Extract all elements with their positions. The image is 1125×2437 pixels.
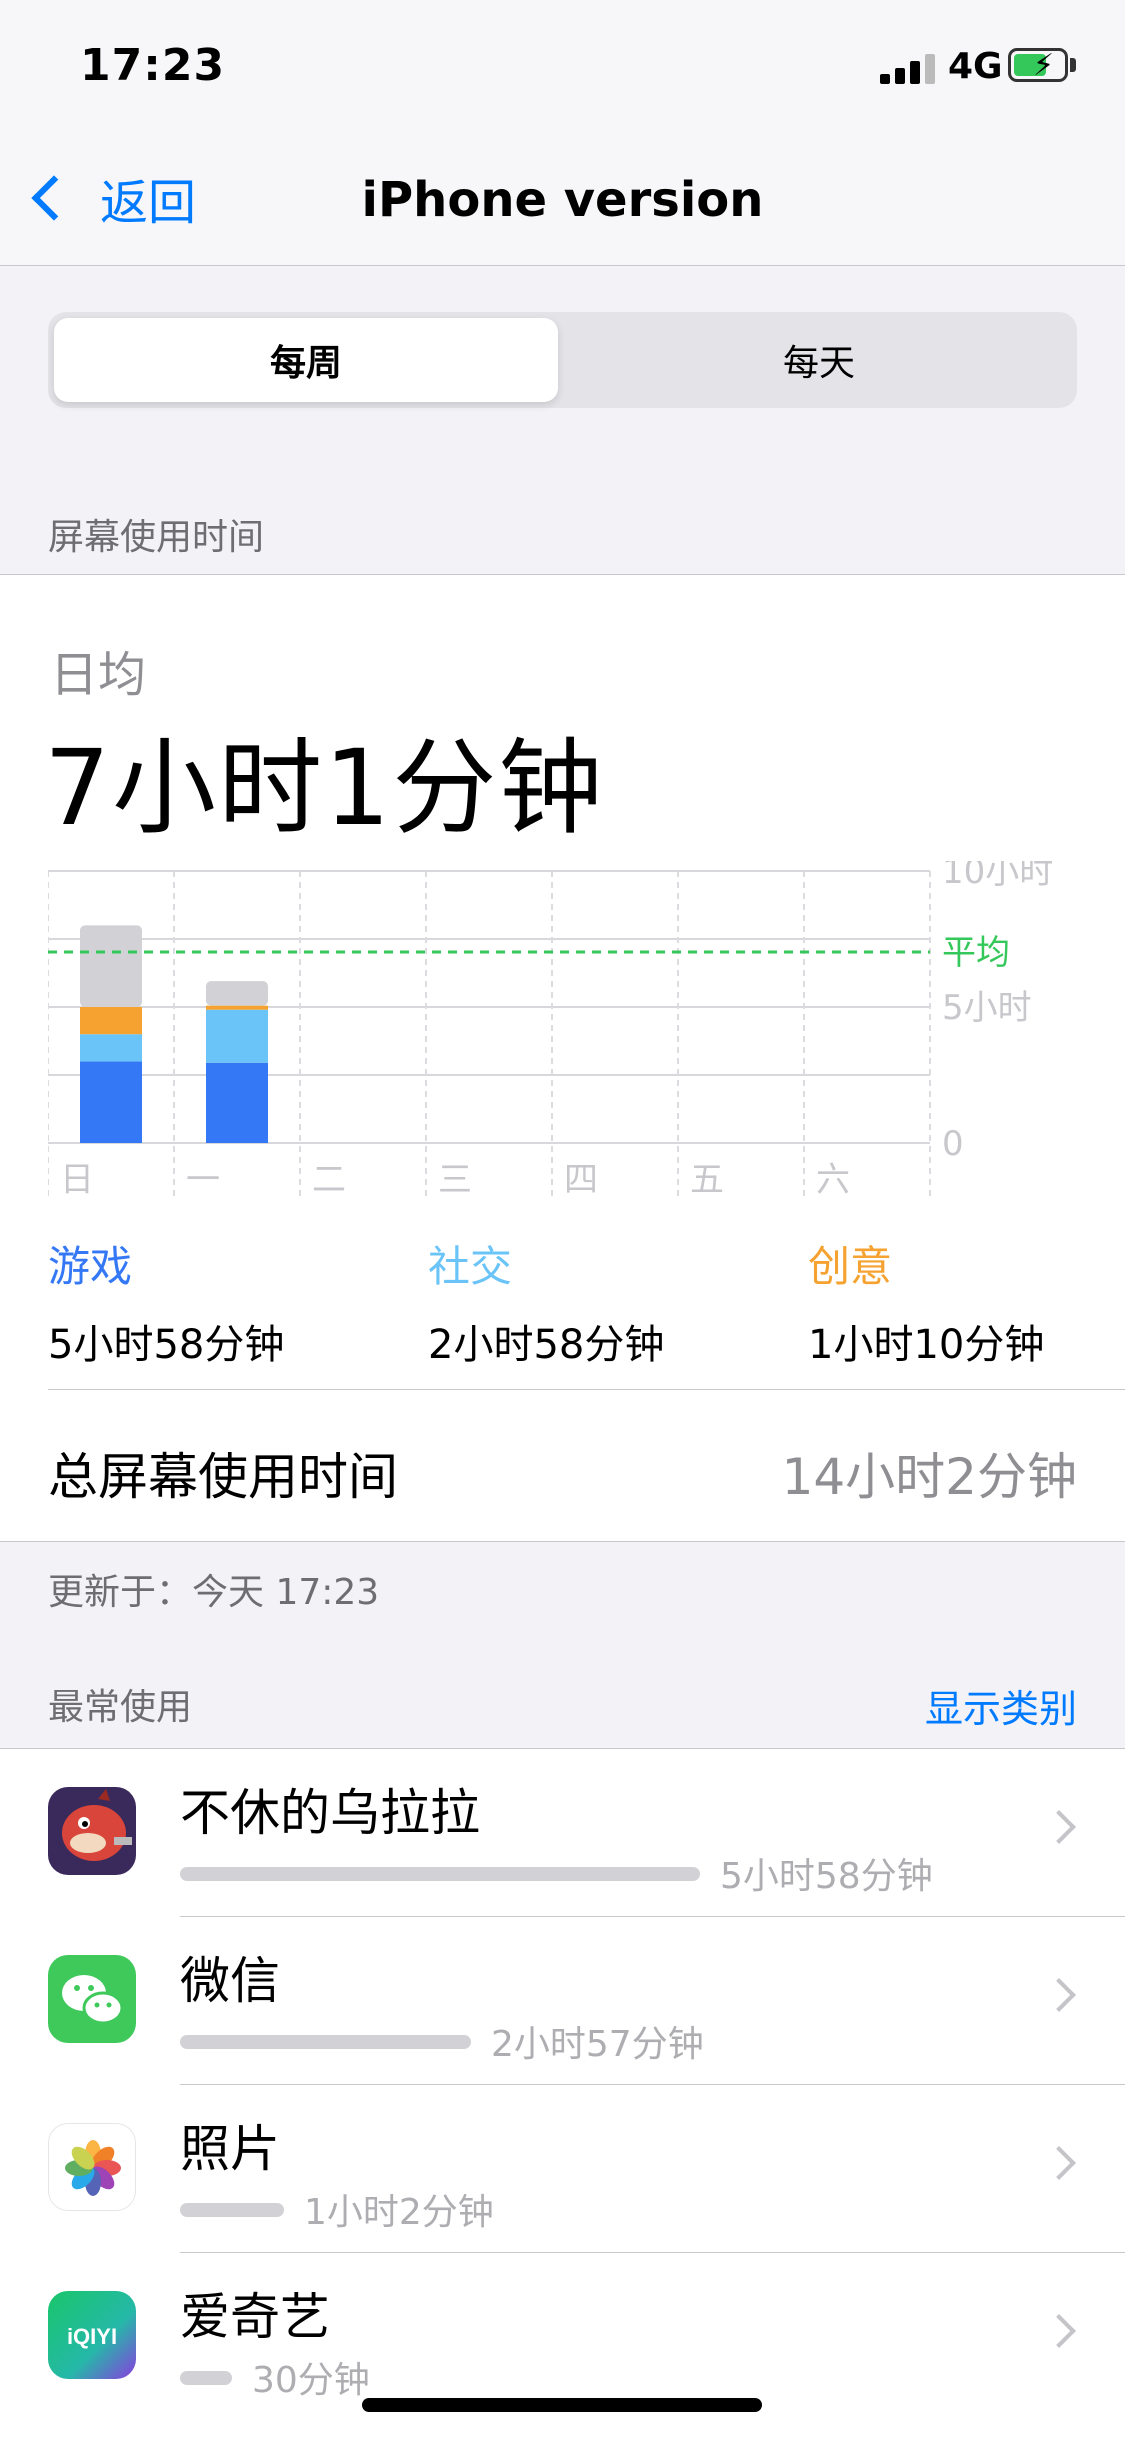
usage-bar <box>180 1867 700 1881</box>
app-name: 爱奇艺 <box>180 2288 330 2346</box>
bar-segment <box>206 1009 268 1063</box>
y-tick-label: 10小时 <box>942 861 1053 892</box>
divider <box>48 1389 1125 1390</box>
navigation-bar: iPhone version 返回 <box>0 140 1125 266</box>
most-used-app-list: 不休的乌拉拉 5小时58分钟 微信 2小时57分钟 照片 1小时2分钟 iQIY… <box>0 1748 1125 2437</box>
app-row-photos[interactable]: 照片 1小时2分钟 <box>0 2085 1125 2253</box>
network-type: 4G <box>948 46 1003 87</box>
bar-segment <box>206 981 268 1006</box>
segment-day[interactable]: 每天 <box>567 318 1071 402</box>
total-screen-time-value: 14小时2分钟 <box>781 1448 1077 1506</box>
category-games-label: 游戏 <box>48 1242 133 1291</box>
home-indicator <box>362 2398 762 2412</box>
category-creative-label: 创意 <box>808 1242 893 1291</box>
app-time: 30分钟 <box>252 2360 370 2401</box>
usage-bar <box>180 2035 471 2049</box>
battery-charging-icon: ⚡ <box>1008 48 1068 83</box>
category-social: 社交 2小时58分钟 <box>428 1233 664 1370</box>
game-dino-icon <box>48 1787 136 1875</box>
screen-time-card: 日均 7小时1分钟 日 一 二 三 四 五 六 平均 10小时 5小时 0 游戏 5小时58分钟 社… <box>0 574 1125 1542</box>
cellular-signal-icon <box>880 52 936 84</box>
app-name: 不休的乌拉拉 <box>180 1784 480 1842</box>
back-button[interactable]: 返回 <box>24 163 196 233</box>
bar-segment <box>80 925 142 1007</box>
usage-bar <box>180 2203 284 2217</box>
x-tick-label: 六 <box>816 1160 850 1200</box>
battery-cap <box>1070 58 1076 72</box>
weekly-usage-chart: 日 一 二 三 四 五 六 平均 10小时 5小时 0 <box>48 861 1053 1201</box>
total-screen-time-label: 总屏幕使用时间 <box>48 1448 398 1506</box>
status-time: 17:23 <box>80 40 226 91</box>
x-tick-label: 二 <box>312 1160 346 1200</box>
bar-segment <box>206 1062 268 1143</box>
bar-segment <box>80 1061 142 1143</box>
category-games: 游戏 5小时58分钟 <box>48 1233 284 1370</box>
category-social-label: 社交 <box>428 1242 513 1291</box>
category-creative: 创意 1小时10分钟 <box>808 1233 1044 1370</box>
period-segmented-control: 每周 每天 <box>48 312 1077 408</box>
daily-average-label: 日均 <box>50 647 147 703</box>
photos-icon <box>48 2123 136 2211</box>
iqiyi-icon: iQIYI <box>48 2291 136 2379</box>
x-tick-label: 日 <box>60 1160 94 1200</box>
screen-time-section-header: 屏幕使用时间 <box>48 517 265 558</box>
wechat-icon <box>48 1955 136 2043</box>
app-time: 1小时2分钟 <box>304 2192 494 2233</box>
last-updated-text: 更新于：今天 17:23 <box>48 1572 380 1613</box>
bar-segment <box>80 1034 142 1062</box>
average-label: 平均 <box>942 933 1010 973</box>
app-name: 照片 <box>180 2120 280 2178</box>
app-row-iqiyi[interactable]: iQIYI 爱奇艺 30分钟 <box>0 2253 1125 2421</box>
category-creative-value: 1小时10分钟 <box>808 1322 1045 1368</box>
bar-segment <box>80 1007 142 1035</box>
y-tick-label: 5小时 <box>942 988 1032 1028</box>
chevron-right-icon <box>1042 2314 1076 2348</box>
x-tick-label: 五 <box>690 1160 724 1200</box>
svg-text:iQIYI: iQIYI <box>67 2324 117 2349</box>
usage-bar <box>180 2371 232 2385</box>
app-time: 2小时57分钟 <box>491 2024 704 2065</box>
back-label: 返回 <box>100 175 197 231</box>
bar-segment <box>206 1005 268 1010</box>
most-used-section-header: 最常使用 <box>48 1687 193 1728</box>
chevron-right-icon <box>1042 1978 1076 2012</box>
chevron-right-icon <box>1042 1810 1076 1844</box>
chevron-left-icon <box>31 175 77 221</box>
status-bar: 17:23 4G ⚡ <box>0 0 1125 140</box>
y-tick-label: 0 <box>942 1124 964 1164</box>
segment-week[interactable]: 每周 <box>54 318 558 402</box>
category-social-value: 2小时58分钟 <box>428 1322 665 1368</box>
chevron-right-icon <box>1042 2146 1076 2180</box>
x-tick-label: 四 <box>564 1160 598 1200</box>
show-categories-link[interactable]: 显示类别 <box>925 1678 1077 1733</box>
app-row-wechat[interactable]: 微信 2小时57分钟 <box>0 1917 1125 2085</box>
app-row-wulala[interactable]: 不休的乌拉拉 5小时58分钟 <box>0 1749 1125 1917</box>
x-tick-label: 三 <box>438 1160 472 1200</box>
app-time: 5小时58分钟 <box>720 1856 933 1897</box>
app-name: 微信 <box>180 1952 280 2010</box>
x-tick-label: 一 <box>186 1160 220 1200</box>
daily-average-value: 7小时1分钟 <box>44 727 605 849</box>
category-games-value: 5小时58分钟 <box>48 1322 285 1368</box>
